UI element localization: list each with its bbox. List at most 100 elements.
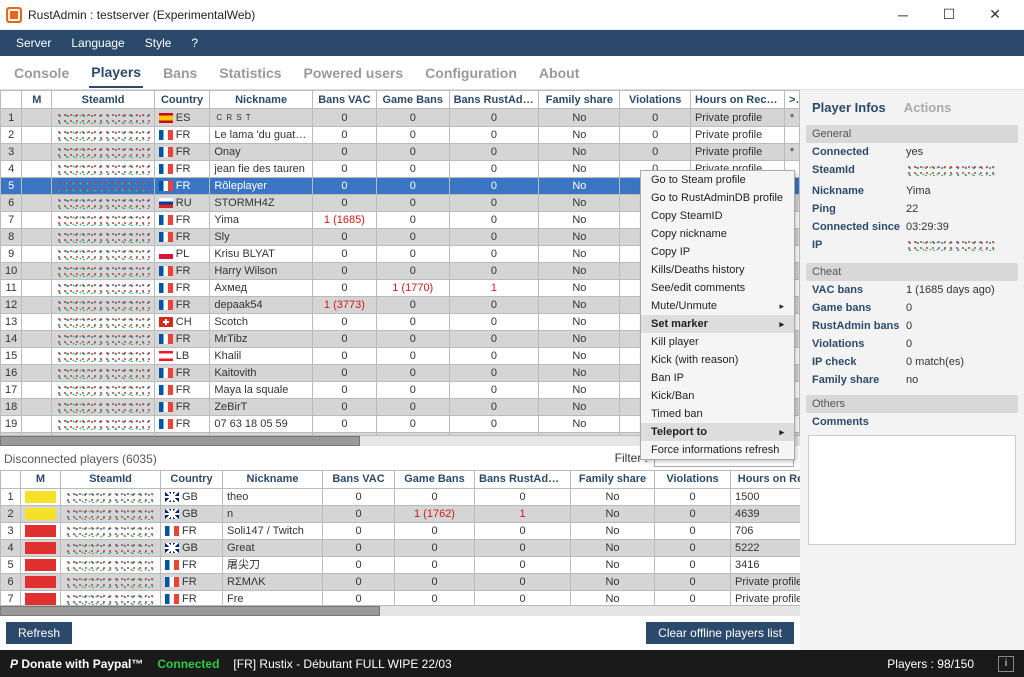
flag-icon	[159, 164, 173, 174]
col-header[interactable]: Family share	[539, 91, 620, 109]
flag-icon	[159, 368, 173, 378]
col-header[interactable]: Violations	[620, 91, 691, 109]
obscured-value	[906, 164, 996, 176]
flag-icon	[165, 560, 179, 570]
col-header[interactable]: Hours on Re	[731, 470, 801, 488]
table-row[interactable]: 1GBtheo000No01500	[1, 488, 801, 505]
ctx-go-to-rustadmindb-profile[interactable]: Go to RustAdminDB profile	[641, 189, 794, 207]
col-header[interactable]	[1, 91, 22, 109]
steamid-icon	[65, 593, 156, 605]
ctx-kick-ban[interactable]: Kick/Ban	[641, 387, 794, 405]
flag-icon	[165, 543, 179, 553]
col-header[interactable]: Bans VAC	[323, 470, 395, 488]
flag-icon	[159, 385, 173, 395]
col-header[interactable]: Nickname	[210, 91, 313, 109]
col-header[interactable]: M	[22, 91, 52, 109]
table-row[interactable]: 5FR屠尖刀000No03416	[1, 556, 801, 573]
ctx-teleport-to[interactable]: Teleport to	[641, 423, 794, 441]
ctx-copy-ip[interactable]: Copy IP	[641, 243, 794, 261]
flag-icon	[165, 492, 179, 502]
steamid-icon	[56, 333, 150, 345]
steamid-icon	[56, 282, 150, 294]
col-header[interactable]: >|	[784, 91, 799, 109]
kv-row: Game bans0	[806, 299, 1018, 317]
col-header[interactable]: SteamId	[61, 470, 161, 488]
table-row[interactable]: 4GBGreat000No05222	[1, 539, 801, 556]
ctx-kills-deaths-history[interactable]: Kills/Deaths history	[641, 261, 794, 279]
connection-status: Connected	[157, 657, 219, 671]
table-row[interactable]: 7FRFre000No0Private profile	[1, 590, 801, 605]
app-icon	[6, 7, 22, 23]
ctx-kick-with-reason-[interactable]: Kick (with reason)	[641, 351, 794, 369]
table-row[interactable]: 2GBn01 (1762)1No04639	[1, 505, 801, 522]
comments-box[interactable]	[808, 435, 1016, 545]
col-header[interactable]: Family share	[571, 470, 655, 488]
ctx-mute-unmute[interactable]: Mute/Unmute	[641, 297, 794, 315]
disconnected-table[interactable]: MSteamIdCountryNicknameBans VACGame Bans…	[0, 470, 800, 606]
flag-icon	[159, 249, 173, 259]
side-tab-actions[interactable]: Actions	[904, 100, 952, 115]
disconnected-hscrollbar[interactable]	[0, 605, 800, 616]
tab-console[interactable]: Console	[12, 59, 71, 87]
menu-?[interactable]: ?	[181, 30, 208, 56]
col-header[interactable]: Game Bans	[395, 470, 475, 488]
tab-powered-users[interactable]: Powered users	[302, 59, 406, 87]
ctx-ban-ip[interactable]: Ban IP	[641, 369, 794, 387]
window-close-button[interactable]: ✕	[972, 0, 1018, 30]
steamid-icon	[65, 491, 156, 503]
col-header[interactable]: Country	[154, 91, 210, 109]
ctx-force-informations-refresh[interactable]: Force informations refresh	[641, 441, 794, 459]
donate-link[interactable]: P Donate with Paypal™	[10, 657, 143, 671]
flag-icon	[159, 181, 173, 191]
side-general-header: General	[806, 125, 1018, 143]
titlebar: RustAdmin : testserver (ExperimentalWeb)…	[0, 0, 1024, 30]
clear-offline-button[interactable]: Clear offline players list	[646, 622, 794, 644]
table-row[interactable]: 3FROnay000No0Private profile*	[1, 144, 800, 161]
table-row[interactable]: 1ESC R S T000No0Private profile*	[1, 109, 800, 127]
menu-server[interactable]: Server	[6, 30, 61, 56]
info-icon[interactable]: i	[998, 656, 1014, 672]
tab-players[interactable]: Players	[89, 58, 143, 88]
refresh-button[interactable]: Refresh	[6, 622, 72, 644]
menu-language[interactable]: Language	[61, 30, 134, 56]
kv-row: Ping22	[806, 200, 1018, 218]
col-header[interactable]: M	[21, 470, 61, 488]
menubar: ServerLanguageStyle?	[0, 30, 1024, 56]
col-header[interactable]: Bans RustAdmin	[449, 91, 539, 109]
col-header[interactable]: Country	[161, 470, 223, 488]
ctx-set-marker[interactable]: Set marker	[641, 315, 794, 333]
steamid-icon	[56, 384, 150, 396]
col-header[interactable]: Hours on Record	[690, 91, 784, 109]
col-header[interactable]: Nickname	[223, 470, 323, 488]
obscured-value	[906, 239, 996, 251]
col-header[interactable]: Game Bans	[376, 91, 449, 109]
flag-icon	[159, 317, 173, 327]
col-header[interactable]: Bans RustAdmin	[475, 470, 571, 488]
side-tab-player-infos[interactable]: Player Infos	[812, 100, 886, 115]
ctx-copy-steamid[interactable]: Copy SteamID	[641, 207, 794, 225]
steamid-icon	[56, 265, 150, 277]
tab-statistics[interactable]: Statistics	[217, 59, 283, 87]
table-row[interactable]: 6FRRΣMΛK000No0Private profile	[1, 573, 801, 590]
table-row[interactable]: 3FRSoli147 / Twitch000No0706	[1, 522, 801, 539]
ctx-timed-ban[interactable]: Timed ban	[641, 405, 794, 423]
flag-icon	[159, 334, 173, 344]
col-header[interactable]: Violations	[655, 470, 731, 488]
col-header[interactable]	[1, 470, 21, 488]
status-bar: P Donate with Paypal™ Connected [FR] Rus…	[0, 650, 1024, 677]
disconnected-table-wrap: MSteamIdCountryNicknameBans VACGame Bans…	[0, 470, 800, 606]
tab-configuration[interactable]: Configuration	[423, 59, 519, 87]
ctx-see-edit-comments[interactable]: See/edit comments	[641, 279, 794, 297]
tab-about[interactable]: About	[537, 59, 581, 87]
ctx-copy-nickname[interactable]: Copy nickname	[641, 225, 794, 243]
ctx-kill-player[interactable]: Kill player	[641, 333, 794, 351]
col-header[interactable]: Bans VAC	[312, 91, 376, 109]
table-row[interactable]: 2FRLe lama 'du guate…000No0Private profi…	[1, 127, 800, 144]
menu-style[interactable]: Style	[135, 30, 182, 56]
window-minimize-button[interactable]: ─	[880, 0, 926, 30]
col-header[interactable]: SteamId	[52, 91, 155, 109]
window-maximize-button[interactable]: ☐	[926, 0, 972, 30]
steamid-icon	[56, 316, 150, 328]
tab-bans[interactable]: Bans	[161, 59, 199, 87]
ctx-go-to-steam-profile[interactable]: Go to Steam profile	[641, 171, 794, 189]
